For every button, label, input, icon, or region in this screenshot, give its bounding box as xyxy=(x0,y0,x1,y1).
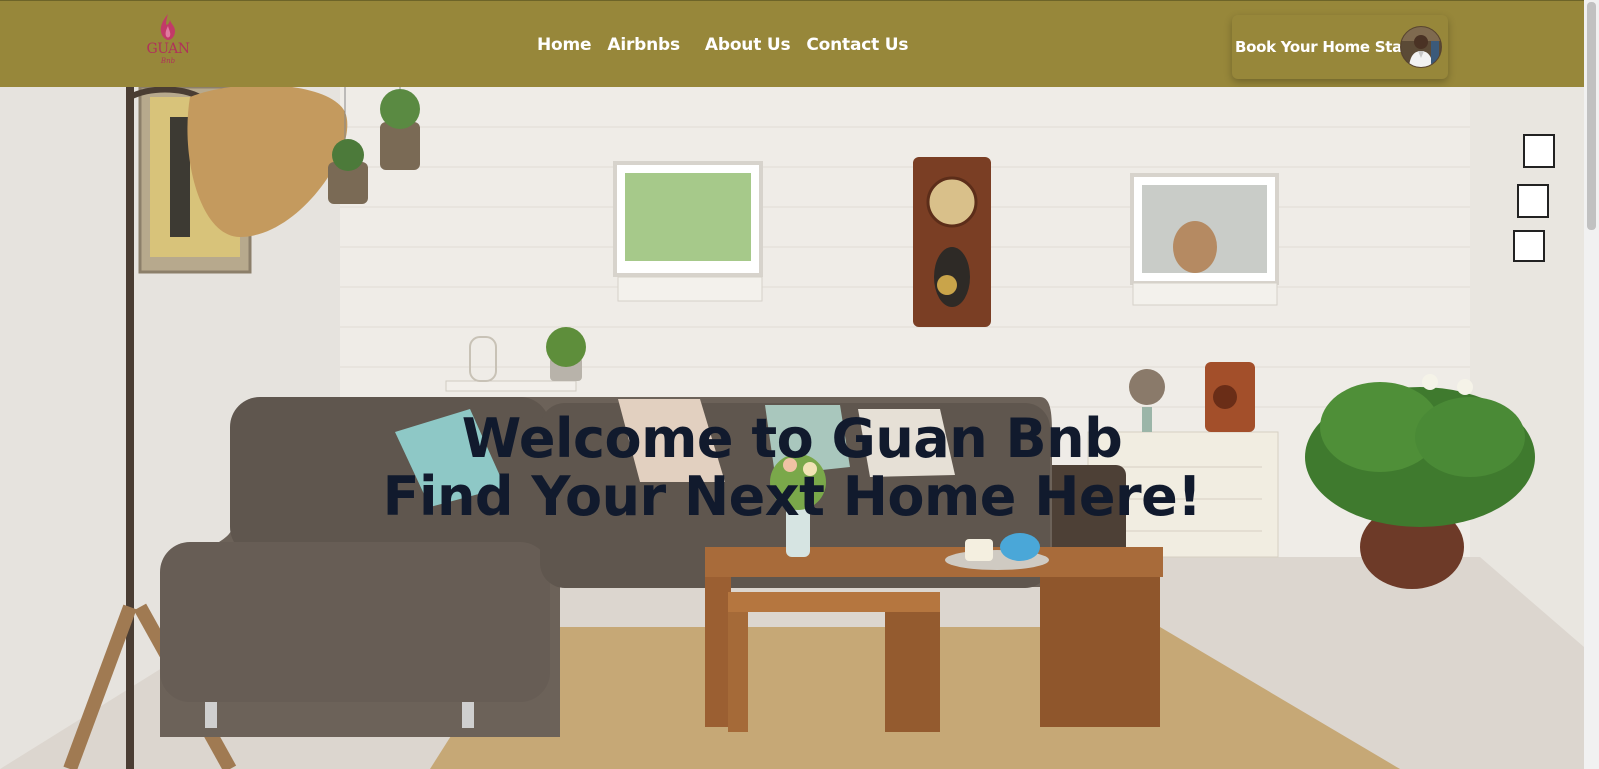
nav-link-about-us[interactable]: About Us xyxy=(705,35,791,55)
logo[interactable]: GUAN Bnb xyxy=(146,13,190,73)
user-avatar[interactable] xyxy=(1400,26,1442,68)
hero-headline: Welcome to Guan Bnb Find Your Next Home … xyxy=(0,410,1584,526)
logo-name: GUAN xyxy=(146,41,190,57)
logo-subtitle: Bnb xyxy=(160,57,176,65)
nav-links: Home Airbnbs About Us Contact Us xyxy=(537,1,924,88)
navbar: GUAN Bnb Home Airbnbs About Us Contact U… xyxy=(0,0,1584,87)
scrollbar-thumb[interactable] xyxy=(1587,2,1596,230)
flame-icon xyxy=(160,14,175,40)
book-home-stay-label: Book Your Home Stay xyxy=(1235,38,1411,56)
hero-image: Welcome to Guan Bnb Find Your Next Home … xyxy=(0,87,1584,769)
nav-link-contact-us[interactable]: Contact Us xyxy=(806,35,908,55)
hero-line-find-home: Find Your Next Home Here! xyxy=(382,465,1202,528)
page-scrollbar[interactable] xyxy=(1584,0,1599,769)
avatar-image xyxy=(1401,27,1441,67)
nav-link-home[interactable]: Home xyxy=(537,35,592,55)
hero-line-welcome: Welcome to Guan Bnb xyxy=(461,407,1123,470)
book-home-stay-button[interactable]: Book Your Home Stay xyxy=(1232,15,1448,79)
nav-link-airbnbs[interactable]: Airbnbs xyxy=(607,35,680,55)
